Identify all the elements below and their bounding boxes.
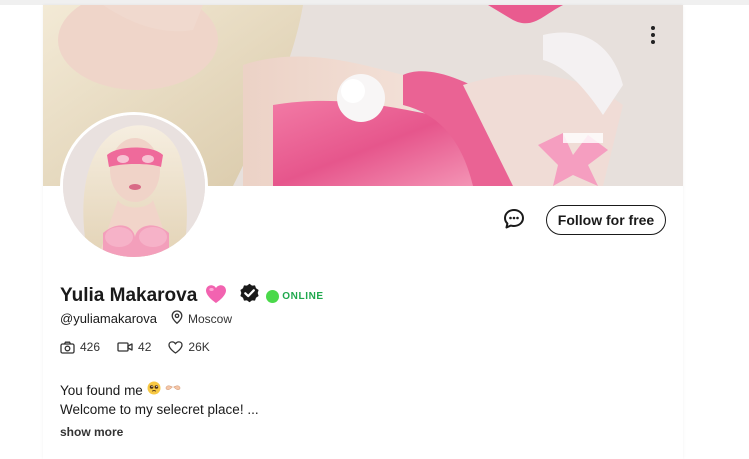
stat-videos[interactable]: 42	[117, 340, 151, 354]
photos-count: 426	[80, 340, 101, 354]
avatar[interactable]	[60, 112, 208, 260]
stats-row: 426 42 26K	[60, 340, 227, 354]
video-icon	[117, 342, 133, 352]
bio-line-2: Welcome to my selecret place! ...	[60, 400, 259, 419]
camera-icon	[60, 341, 75, 354]
handle-row: @yuliamakarova Moscow	[60, 310, 232, 327]
show-more-link[interactable]: show more	[60, 425, 123, 439]
bio-line-1: You found me	[60, 381, 259, 400]
follow-button[interactable]: Follow for free	[546, 205, 666, 235]
bio: You found me Welcome to my selecret plac…	[60, 381, 259, 419]
name-row: Yulia Makarova ONLINE	[60, 283, 324, 309]
message-button[interactable]	[502, 207, 526, 231]
stat-likes[interactable]: 26K	[168, 340, 210, 354]
profile-name: Yulia Makarova	[60, 285, 198, 306]
heart-outline-icon	[168, 340, 184, 354]
verified-check-icon	[239, 283, 260, 309]
profile-card: Follow for free Yulia Makarova ONLINE @y	[43, 5, 683, 459]
videos-count: 42	[138, 340, 152, 354]
stat-photos[interactable]: 426	[60, 340, 100, 354]
chat-bubble-icon	[504, 209, 524, 229]
location-pin-icon	[171, 310, 183, 327]
pink-heart-icon	[205, 284, 227, 309]
bio-line-1-text: You found me	[60, 383, 143, 398]
profile-location: Moscow	[188, 311, 233, 326]
bio-line-2-text: Welcome to my selecret place! ...	[60, 402, 259, 417]
more-options-icon[interactable]	[643, 23, 663, 47]
page: Follow for free Yulia Makarova ONLINE @y	[0, 0, 749, 459]
likes-count: 26K	[188, 340, 210, 354]
pleading-face-icon	[147, 381, 161, 400]
profile-handle: @yuliamakarova	[60, 311, 158, 326]
online-indicator	[266, 289, 280, 303]
online-status: ONLINE	[282, 290, 324, 302]
pointing-hands-icon	[165, 381, 181, 400]
